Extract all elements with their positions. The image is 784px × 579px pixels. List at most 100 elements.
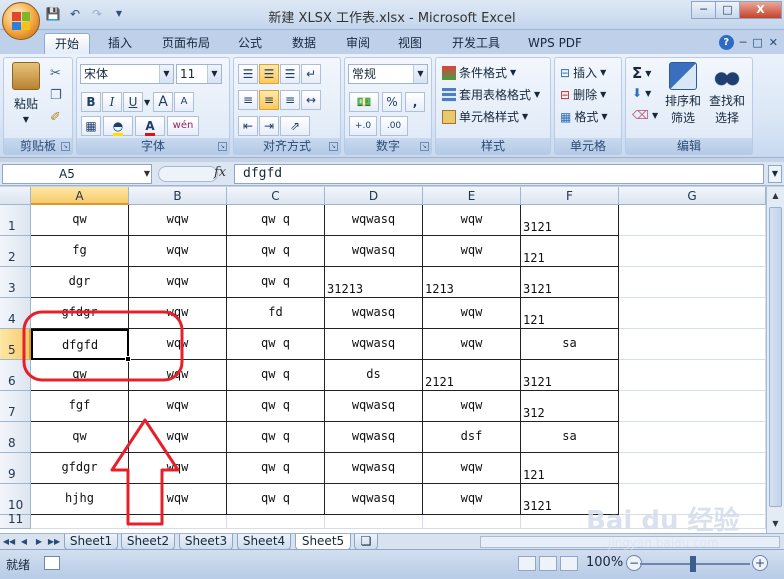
cell-e7[interactable]: wqw <box>423 391 521 422</box>
align-bottom-icon[interactable]: ☰ <box>280 64 300 84</box>
name-box[interactable]: A5 ▼ <box>2 164 152 184</box>
cell-c8[interactable]: qw q <box>227 422 325 453</box>
cell-f4[interactable]: 121 <box>521 298 619 329</box>
cell-b7[interactable]: wqw <box>129 391 227 422</box>
cell-b11[interactable] <box>129 515 227 529</box>
cell-c5[interactable]: qw q <box>227 329 325 360</box>
ribbon-restore-icon[interactable]: □ <box>752 36 762 49</box>
cell-g4[interactable] <box>619 298 766 329</box>
cell-e8[interactable]: dsf <box>423 422 521 453</box>
align-center-icon[interactable]: ≡ <box>259 90 279 110</box>
scroll-up-icon[interactable]: ▲ <box>769 189 782 203</box>
cell-e9[interactable]: wqw <box>423 453 521 484</box>
office-button[interactable] <box>2 2 40 40</box>
underline-dropdown-icon[interactable]: ▼ <box>144 98 152 107</box>
cell-d3[interactable]: 31213 <box>325 267 423 298</box>
sheet-tab-3[interactable]: Sheet3 <box>179 534 233 550</box>
cell-d8[interactable]: wqwasq <box>325 422 423 453</box>
formula-bar-resize-handle[interactable] <box>158 166 218 182</box>
cell-c7[interactable]: qw q <box>227 391 325 422</box>
cell-b5[interactable]: wqw <box>129 329 227 360</box>
copy-button[interactable]: ❐ <box>50 88 62 103</box>
row-header-4[interactable]: 4 <box>0 298 31 329</box>
cell-b2[interactable]: wqw <box>129 236 227 267</box>
shrink-font-button[interactable]: A <box>174 92 194 112</box>
fill-color-button[interactable]: ◓ <box>103 116 133 136</box>
cell-c9[interactable]: qw q <box>227 453 325 484</box>
cell-g3[interactable] <box>619 267 766 298</box>
cell-d9[interactable]: wqwasq <box>325 453 423 484</box>
select-all-corner[interactable] <box>0 187 31 205</box>
cell-g6[interactable] <box>619 360 766 391</box>
restore-button[interactable]: □ <box>715 1 740 19</box>
accounting-format-icon[interactable]: 💵 <box>349 92 379 112</box>
vertical-scroll-thumb[interactable] <box>769 207 782 507</box>
cell-c2[interactable]: qw q <box>227 236 325 267</box>
clear-button[interactable]: ⌫ ▼ <box>632 108 658 122</box>
phonetic-button[interactable]: wén <box>167 116 199 136</box>
delete-cells-button[interactable]: ⊟ 删除 ▼ <box>560 86 606 103</box>
cut-button[interactable]: ✂ <box>50 66 61 81</box>
insert-function-icon[interactable]: fx <box>214 165 226 180</box>
cell-d5[interactable]: wqwasq <box>325 329 423 360</box>
row-header-3[interactable]: 3 <box>0 267 31 298</box>
find-select-button[interactable]: 查找和 选择 <box>706 62 748 126</box>
cell-a7[interactable]: fgf <box>31 391 129 422</box>
wrap-text-icon[interactable]: ↵ <box>301 64 321 84</box>
align-top-icon[interactable]: ☰ <box>238 64 258 84</box>
cell-f2[interactable]: 121 <box>521 236 619 267</box>
tab-home[interactable]: 开始 <box>44 33 90 54</box>
cell-styles-button[interactable]: 单元格样式 ▼ <box>442 108 528 125</box>
cell-f1[interactable]: 3121 <box>521 205 619 236</box>
borders-button[interactable]: ▦ <box>81 116 101 136</box>
format-painter-button[interactable]: ✐ <box>50 110 61 125</box>
tab-data[interactable]: 数据 <box>284 33 324 54</box>
cell-d6[interactable]: ds <box>325 360 423 391</box>
row-header-9[interactable]: 9 <box>0 453 31 484</box>
bold-button[interactable]: B <box>81 92 101 112</box>
cell-e2[interactable]: wqw <box>423 236 521 267</box>
number-launcher-icon[interactable]: ↘ <box>420 142 429 151</box>
page-layout-view-icon[interactable] <box>539 556 557 571</box>
prev-sheet-icon[interactable]: ◀ <box>17 535 31 548</box>
cell-d11[interactable] <box>325 515 423 529</box>
cell-c10[interactable]: qw q <box>227 484 325 515</box>
column-header-c[interactable]: C <box>227 187 325 205</box>
zoom-level[interactable]: 100% <box>586 555 623 570</box>
merge-center-icon[interactable]: ↔ <box>301 90 321 110</box>
align-middle-icon[interactable]: ☰ <box>259 64 279 84</box>
column-header-d[interactable]: D <box>325 187 423 205</box>
cell-d4[interactable]: wqwasq <box>325 298 423 329</box>
cell-g8[interactable] <box>619 422 766 453</box>
clipboard-launcher-icon[interactable]: ↘ <box>61 142 70 151</box>
cell-g7[interactable] <box>619 391 766 422</box>
cell-c3[interactable]: qw q <box>227 267 325 298</box>
formula-input[interactable]: dfgfd <box>234 164 764 184</box>
cell-e11[interactable] <box>423 515 521 529</box>
cell-e3[interactable]: 1213 <box>423 267 521 298</box>
autosum-button[interactable]: Σ ▼ <box>632 64 651 82</box>
cell-b1[interactable]: wqw <box>129 205 227 236</box>
cell-a10[interactable]: hjhg <box>31 484 129 515</box>
column-header-f[interactable]: F <box>521 187 619 205</box>
decrease-indent-icon[interactable]: ⇤ <box>238 116 258 136</box>
row-header-8[interactable]: 8 <box>0 422 31 453</box>
next-sheet-icon[interactable]: ▶ <box>32 535 46 548</box>
tab-wps-pdf[interactable]: WPS PDF <box>520 33 590 54</box>
insert-sheet-button[interactable]: ❏ <box>354 534 378 550</box>
align-right-icon[interactable]: ≡ <box>280 90 300 110</box>
conditional-format-button[interactable]: 条件格式 ▼ <box>442 64 516 81</box>
tab-page-layout[interactable]: 页面布局 <box>154 33 218 54</box>
tab-review[interactable]: 审阅 <box>338 33 378 54</box>
row-header-1[interactable]: 1 <box>0 205 31 236</box>
cell-f8[interactable]: sa <box>521 422 619 453</box>
row-header-7[interactable]: 7 <box>0 391 31 422</box>
cell-b4[interactable]: wqw <box>129 298 227 329</box>
percent-button[interactable]: % <box>382 92 402 112</box>
cell-f6[interactable]: 3121 <box>521 360 619 391</box>
cell-b10[interactable]: wqw <box>129 484 227 515</box>
cell-b6[interactable]: wqw <box>129 360 227 391</box>
cell-b3[interactable]: wqw <box>129 267 227 298</box>
cell-b8[interactable]: wqw <box>129 422 227 453</box>
fill-handle[interactable] <box>125 356 131 362</box>
